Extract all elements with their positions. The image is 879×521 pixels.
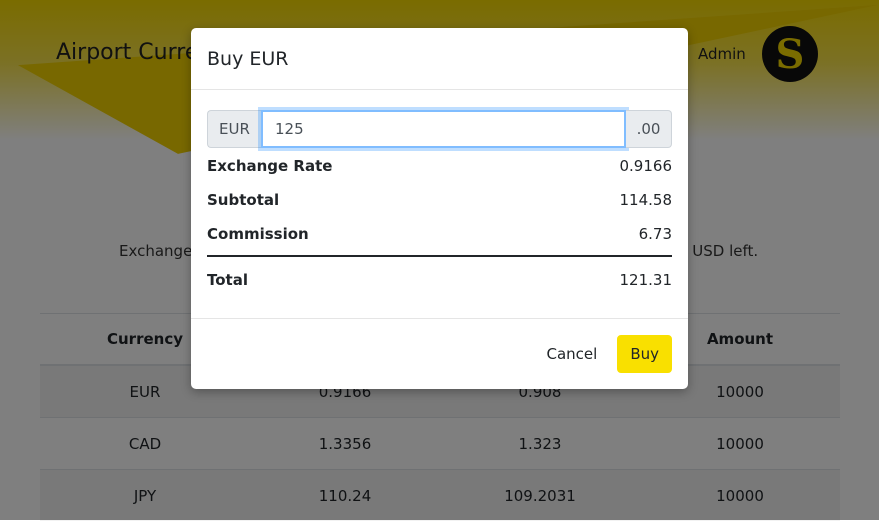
summary-list: Exchange Rate 0.9166 Subtotal 114.58 Com… xyxy=(207,149,672,297)
modal-header: Buy EUR xyxy=(191,28,688,90)
exchange-rate-row: Exchange Rate 0.9166 xyxy=(207,149,672,183)
currency-prefix: EUR xyxy=(207,110,261,148)
exchange-rate-label: Exchange Rate xyxy=(207,157,332,175)
cancel-button[interactable]: Cancel xyxy=(534,337,609,371)
total-row: Total 121.31 xyxy=(207,263,672,297)
amount-input[interactable] xyxy=(261,110,626,148)
commission-row: Commission 6.73 xyxy=(207,217,672,251)
total-label: Total xyxy=(207,271,248,289)
modal-title: Buy EUR xyxy=(207,48,288,70)
modal-footer: Cancel Buy xyxy=(191,318,688,389)
modal-body: EUR .00 Exchange Rate 0.9166 Subtotal 11… xyxy=(191,90,688,297)
decimal-suffix: .00 xyxy=(626,110,672,148)
exchange-rate-value: 0.9166 xyxy=(620,157,673,175)
total-value: 121.31 xyxy=(620,271,673,289)
commission-label: Commission xyxy=(207,225,309,243)
total-divider xyxy=(207,255,672,257)
buy-modal: Buy EUR EUR .00 Exchange Rate 0.9166 Sub… xyxy=(191,28,688,389)
subtotal-label: Subtotal xyxy=(207,191,279,209)
commission-value: 6.73 xyxy=(639,225,672,243)
subtotal-value: 114.58 xyxy=(620,191,673,209)
amount-input-group: EUR .00 xyxy=(207,110,672,148)
buy-button[interactable]: Buy xyxy=(617,335,672,373)
subtotal-row: Subtotal 114.58 xyxy=(207,183,672,217)
